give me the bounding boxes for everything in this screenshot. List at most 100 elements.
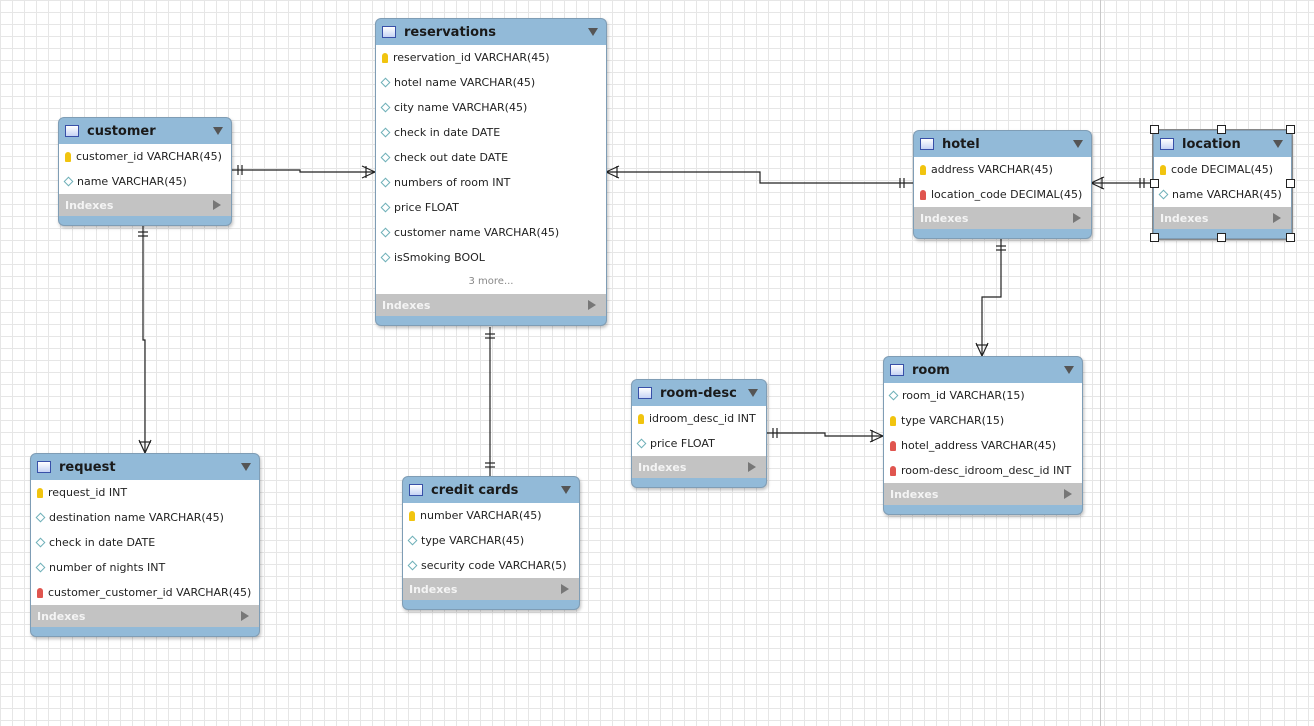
column-text: customer_id VARCHAR(45) [76,150,222,163]
expand-arrow-icon[interactable] [1064,489,1072,499]
column-row[interactable]: type VARCHAR(15) [884,408,1082,433]
resize-handle[interactable] [1286,179,1295,188]
more-columns[interactable]: 3 more... [376,270,606,294]
column-row[interactable]: reservation_id VARCHAR(45) [376,45,606,70]
table-name: credit cards [431,482,519,498]
column-row[interactable]: check out date DATE [376,145,606,170]
column-row[interactable]: room-desc_idroom_desc_id INT [884,458,1082,483]
resize-handle[interactable] [1217,125,1226,134]
collapse-arrow-icon[interactable] [213,127,223,135]
collapse-arrow-icon[interactable] [748,389,758,397]
resize-handle[interactable] [1150,125,1159,134]
column-text: price FLOAT [394,201,459,214]
column-row[interactable]: price FLOAT [632,431,766,456]
column-row[interactable]: code DECIMAL(45) [1154,157,1291,182]
collapse-arrow-icon[interactable] [1064,366,1074,374]
table-name: location [1182,136,1241,152]
indexes-label: Indexes [920,211,969,225]
table-customer[interactable]: customer customer_id VARCHAR(45) name VARC… [58,117,232,226]
column-row[interactable]: destination name VARCHAR(45) [31,505,259,530]
resize-handle[interactable] [1217,233,1226,242]
column-row[interactable]: city name VARCHAR(45) [376,95,606,120]
column-row[interactable]: check in date DATE [31,530,259,555]
expand-arrow-icon[interactable] [588,300,596,310]
collapse-arrow-icon[interactable] [588,28,598,36]
indexes-section[interactable]: Indexes [884,483,1082,505]
rel-hotel-room [975,239,1006,357]
indexes-section[interactable]: Indexes [1154,207,1291,229]
collapse-arrow-icon[interactable] [241,463,251,471]
indexes-section[interactable]: Indexes [914,207,1091,229]
indexes-label: Indexes [37,609,86,623]
indexes-section[interactable]: Indexes [376,294,606,316]
table-location[interactable]: location code DECIMAL(45) name VARCHAR(45)… [1152,129,1293,240]
table-header[interactable]: customer [59,118,231,144]
column-text: name VARCHAR(45) [1172,188,1282,201]
column-row[interactable]: customer name VARCHAR(45) [376,220,606,245]
indexes-section[interactable]: Indexes [31,605,259,627]
expand-arrow-icon[interactable] [1073,213,1081,223]
table-room-desc[interactable]: room-desc idroom_desc_id INT price FLOAT In… [631,379,767,488]
foreign-key-icon [890,465,896,476]
resize-handle[interactable] [1286,233,1295,242]
table-name: room [912,362,950,378]
table-header[interactable]: reservations [376,19,606,45]
column-diamond-icon [35,537,46,548]
expand-arrow-icon[interactable] [213,200,221,210]
resize-handle[interactable] [1150,179,1159,188]
column-row[interactable]: idroom_desc_id INT [632,406,766,431]
column-row[interactable]: request_id INT [31,480,259,505]
column-row[interactable]: check in date DATE [376,120,606,145]
column-row[interactable]: name VARCHAR(45) [59,169,231,194]
column-row[interactable]: price FLOAT [376,195,606,220]
table-icon [409,484,423,496]
column-diamond-icon [35,562,46,573]
column-row[interactable]: type VARCHAR(45) [403,528,579,553]
resize-handle[interactable] [1150,233,1159,242]
column-row[interactable]: number VARCHAR(45) [403,503,579,528]
indexes-label: Indexes [638,460,687,474]
resize-handle[interactable] [1286,125,1295,134]
table-icon [920,138,934,150]
primary-key-icon [37,487,43,498]
column-row[interactable]: room_id VARCHAR(15) [884,383,1082,408]
table-name: request [59,459,116,475]
table-reservations[interactable]: reservations reservation_id VARCHAR(45) ho… [375,18,607,326]
column-row[interactable]: customer_id VARCHAR(45) [59,144,231,169]
column-text: reservation_id VARCHAR(45) [393,51,550,64]
column-row[interactable]: number of nights INT [31,555,259,580]
collapse-arrow-icon[interactable] [1073,140,1083,148]
indexes-section[interactable]: Indexes [59,194,231,216]
column-row[interactable]: customer_customer_id VARCHAR(45) [31,580,259,605]
table-header[interactable]: request [31,454,259,480]
indexes-section[interactable]: Indexes [632,456,766,478]
column-row[interactable]: numbers of room INT [376,170,606,195]
column-row[interactable]: hotel_address VARCHAR(45) [884,433,1082,458]
table-header[interactable]: room [884,357,1082,383]
table-request[interactable]: request request_id INT destination name VA… [30,453,260,637]
collapse-arrow-icon[interactable] [561,486,571,494]
column-row[interactable]: security code VARCHAR(5) [403,553,579,578]
expand-arrow-icon[interactable] [561,584,569,594]
column-row[interactable]: hotel name VARCHAR(45) [376,70,606,95]
expand-arrow-icon[interactable] [1273,213,1281,223]
table-room[interactable]: room room_id VARCHAR(15) type VARCHAR(15) h… [883,356,1083,515]
table-header[interactable]: hotel [914,131,1091,157]
foreign-key-icon [920,189,926,200]
column-row[interactable]: location_code DECIMAL(45) [914,182,1091,207]
column-text: address VARCHAR(45) [931,163,1053,176]
column-diamond-icon [380,102,391,113]
collapse-arrow-icon[interactable] [1273,140,1283,148]
expand-arrow-icon[interactable] [241,611,249,621]
table-hotel[interactable]: hotel address VARCHAR(45) location_code DE… [913,130,1092,239]
table-header[interactable]: location [1154,131,1291,157]
column-row[interactable]: name VARCHAR(45) [1154,182,1291,207]
table-header[interactable]: room-desc [632,380,766,406]
table-header[interactable]: credit cards [403,477,579,503]
column-row[interactable]: address VARCHAR(45) [914,157,1091,182]
expand-arrow-icon[interactable] [748,462,756,472]
column-row[interactable]: isSmoking BOOL [376,245,606,270]
indexes-section[interactable]: Indexes [403,578,579,600]
table-credit-cards[interactable]: credit cards number VARCHAR(45) type VARCH… [402,476,580,610]
table-name: reservations [404,24,497,40]
